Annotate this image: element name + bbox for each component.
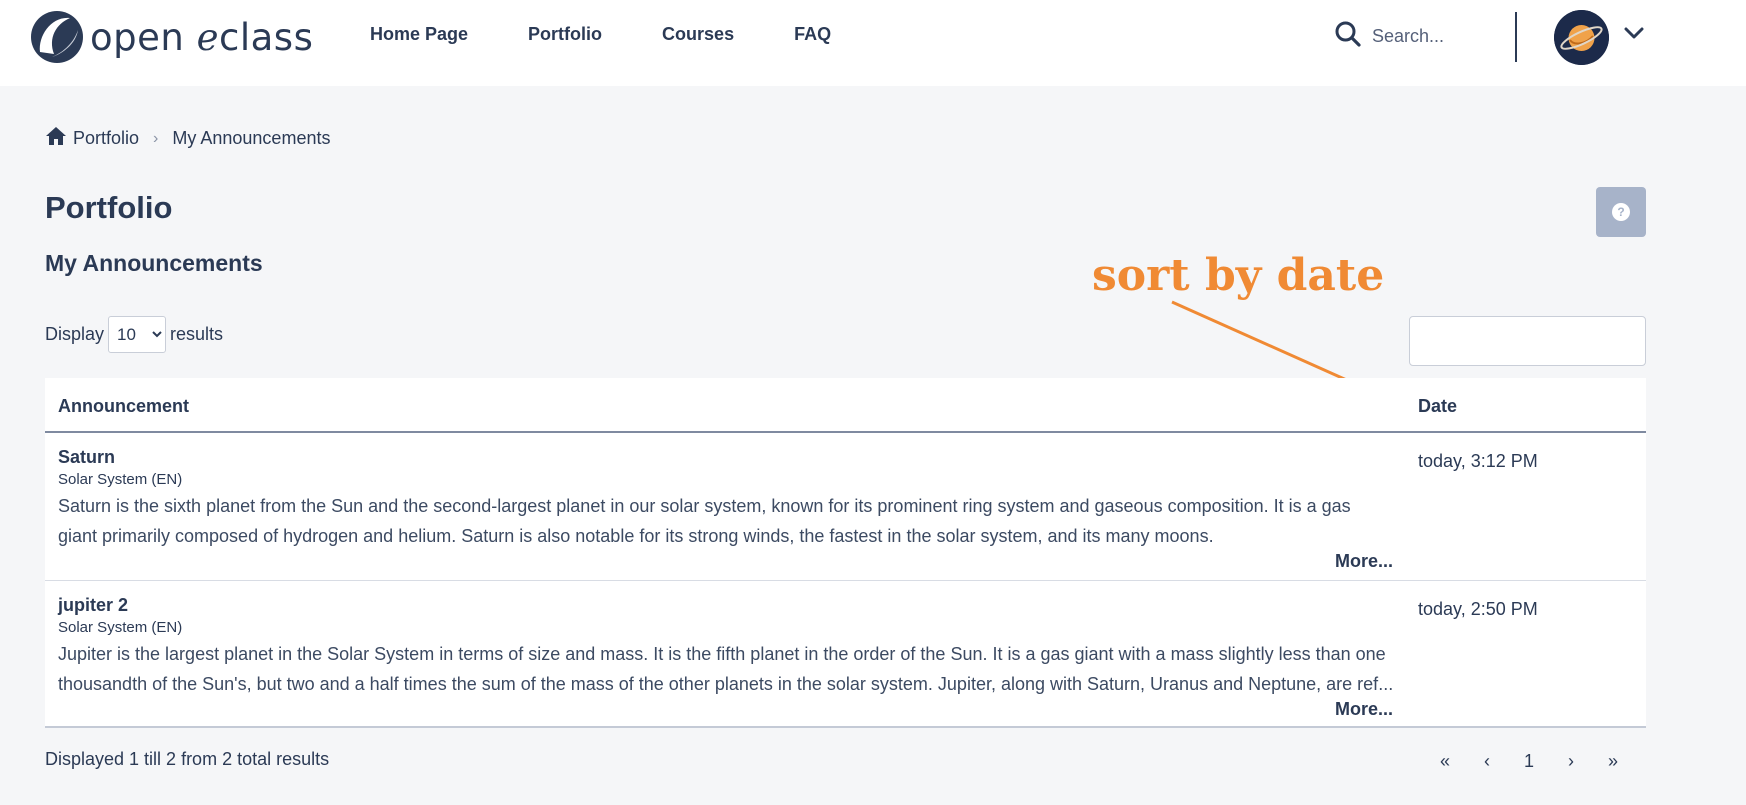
table-header: Announcement Date <box>45 378 1646 433</box>
table-row: jupiter 2 Solar System (EN) Jupiter is t… <box>45 581 1646 728</box>
page-length-select[interactable]: 10 <box>108 316 167 353</box>
annotation-arrow-line <box>1171 300 1370 392</box>
section-title: My Announcements <box>45 250 263 276</box>
breadcrumb: Portfolio › My Announcements <box>45 126 330 151</box>
breadcrumb-separator-icon: › <box>153 129 159 147</box>
breadcrumb-current: My Announcements <box>172 128 331 148</box>
pager-page[interactable]: 1 <box>1508 751 1550 772</box>
announcement-title[interactable]: Saturn <box>58 447 115 468</box>
table-filter-input[interactable] <box>1409 316 1646 366</box>
pager-first[interactable]: « <box>1424 751 1466 772</box>
search-input[interactable] <box>1372 26 1492 47</box>
logo-text-class: class <box>219 15 314 59</box>
main-nav: Home Page Portfolio Courses FAQ <box>370 24 891 45</box>
display-length-control: Display 10 results <box>45 316 223 353</box>
display-prefix: Display <box>45 324 105 344</box>
home-icon[interactable] <box>45 126 67 151</box>
display-suffix: results <box>170 324 224 344</box>
brand-logo[interactable]: open eclass <box>30 10 313 64</box>
column-header-announcement[interactable]: Announcement <box>58 396 189 417</box>
help-icon: ? <box>1612 203 1630 221</box>
announcement-body-line: Jupiter is the largest planet in the Sol… <box>58 644 1386 664</box>
search-icon[interactable] <box>1334 20 1362 53</box>
nav-portfolio[interactable]: Portfolio <box>528 24 602 45</box>
announcement-body-line: Saturn is the sixth planet from the Sun … <box>58 496 1351 516</box>
top-header: open eclass Home Page Portfolio Courses … <box>0 0 1746 86</box>
logo-mark-icon <box>30 10 84 64</box>
announcement-date: today, 2:50 PM <box>1418 599 1538 619</box>
nav-faq[interactable]: FAQ <box>794 24 831 45</box>
nav-courses[interactable]: Courses <box>662 24 734 45</box>
annotation-label: sort by date <box>1092 250 1385 301</box>
more-link[interactable]: More... <box>1335 551 1393 572</box>
table-row: Saturn Solar System (EN) Saturn is the s… <box>45 433 1646 581</box>
pagination: « ‹ 1 › » <box>1424 751 1634 772</box>
announcement-body-line: giant primarily composed of hydrogen and… <box>58 526 1214 546</box>
breadcrumb-portfolio[interactable]: Portfolio <box>73 128 139 149</box>
announcements-table: Announcement Date Saturn Solar System (E… <box>45 378 1646 728</box>
announcement-title[interactable]: jupiter 2 <box>58 595 128 616</box>
announcement-body: Jupiter is the largest planet in the Sol… <box>58 639 1418 699</box>
logo-text-e: e <box>196 15 220 59</box>
more-link[interactable]: More... <box>1335 699 1393 720</box>
search-box <box>1334 20 1492 53</box>
logo-text-open: open <box>90 15 197 59</box>
table-info: Displayed 1 till 2 from 2 total results <box>45 749 330 769</box>
user-avatar[interactable] <box>1554 10 1609 65</box>
pager-last[interactable]: » <box>1592 751 1634 772</box>
pager-prev[interactable]: ‹ <box>1466 751 1508 772</box>
chevron-down-icon[interactable] <box>1624 26 1644 45</box>
announcement-date: today, 3:12 PM <box>1418 451 1538 471</box>
page-title: Portfolio <box>45 190 173 225</box>
nav-home[interactable]: Home Page <box>370 24 468 45</box>
announcement-body: Saturn is the sixth planet from the Sun … <box>58 491 1418 551</box>
announcement-body-line: thousandth of the Sun's, but two and a h… <box>58 674 1394 694</box>
column-header-date[interactable]: Date <box>1418 396 1457 417</box>
header-divider <box>1515 12 1517 62</box>
pager-next[interactable]: › <box>1550 751 1592 772</box>
help-button[interactable]: ? <box>1596 187 1646 237</box>
announcement-course: Solar System (EN) <box>58 471 183 488</box>
logo-text: open eclass <box>90 16 313 59</box>
announcement-course: Solar System (EN) <box>58 619 183 636</box>
